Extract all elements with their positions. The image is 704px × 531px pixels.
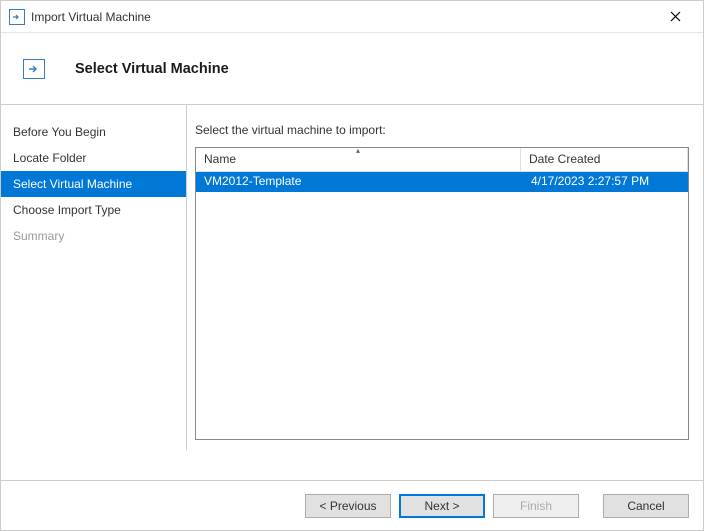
window-title: Import Virtual Machine	[31, 10, 151, 24]
import-arrow-icon	[9, 9, 25, 25]
sidebar-item-choose-import-type[interactable]: Choose Import Type	[1, 197, 186, 223]
wizard-steps-sidebar: Before You Begin Locate Folder Select Vi…	[1, 105, 187, 450]
sidebar-item-locate-folder[interactable]: Locate Folder	[1, 145, 186, 171]
sidebar-item-select-virtual-machine[interactable]: Select Virtual Machine	[1, 171, 186, 197]
column-header-name[interactable]: Name ▴	[196, 148, 521, 171]
titlebar: Import Virtual Machine	[1, 1, 703, 33]
list-header: Name ▴ Date Created	[196, 148, 688, 172]
sort-ascending-icon: ▴	[356, 147, 360, 155]
column-date-label: Date Created	[529, 152, 600, 166]
cancel-button[interactable]: Cancel	[603, 494, 689, 518]
content-pane: Select the virtual machine to import: Na…	[187, 105, 703, 450]
page-title: Select Virtual Machine	[75, 61, 229, 77]
column-header-date[interactable]: Date Created	[521, 148, 688, 171]
finish-button: Finish	[493, 494, 579, 518]
next-button[interactable]: Next >	[399, 494, 485, 518]
button-bar: < Previous Next > Finish Cancel	[1, 480, 703, 530]
main-content: Before You Begin Locate Folder Select Vi…	[1, 105, 703, 450]
sidebar-item-before-you-begin[interactable]: Before You Begin	[1, 119, 186, 145]
cell-vm-date: 4/17/2023 2:27:57 PM	[523, 172, 688, 192]
list-row[interactable]: VM2012-Template 4/17/2023 2:27:57 PM	[196, 172, 688, 192]
sidebar-item-summary: Summary	[1, 223, 186, 249]
vm-list[interactable]: Name ▴ Date Created VM2012-Template 4/17…	[195, 147, 689, 440]
previous-button[interactable]: < Previous	[305, 494, 391, 518]
wizard-header: Select Virtual Machine	[1, 33, 703, 105]
cell-vm-name: VM2012-Template	[196, 172, 523, 192]
instruction-label: Select the virtual machine to import:	[195, 123, 689, 137]
import-arrow-icon	[23, 59, 45, 79]
close-button[interactable]	[655, 3, 695, 31]
column-name-label: Name	[204, 152, 236, 166]
